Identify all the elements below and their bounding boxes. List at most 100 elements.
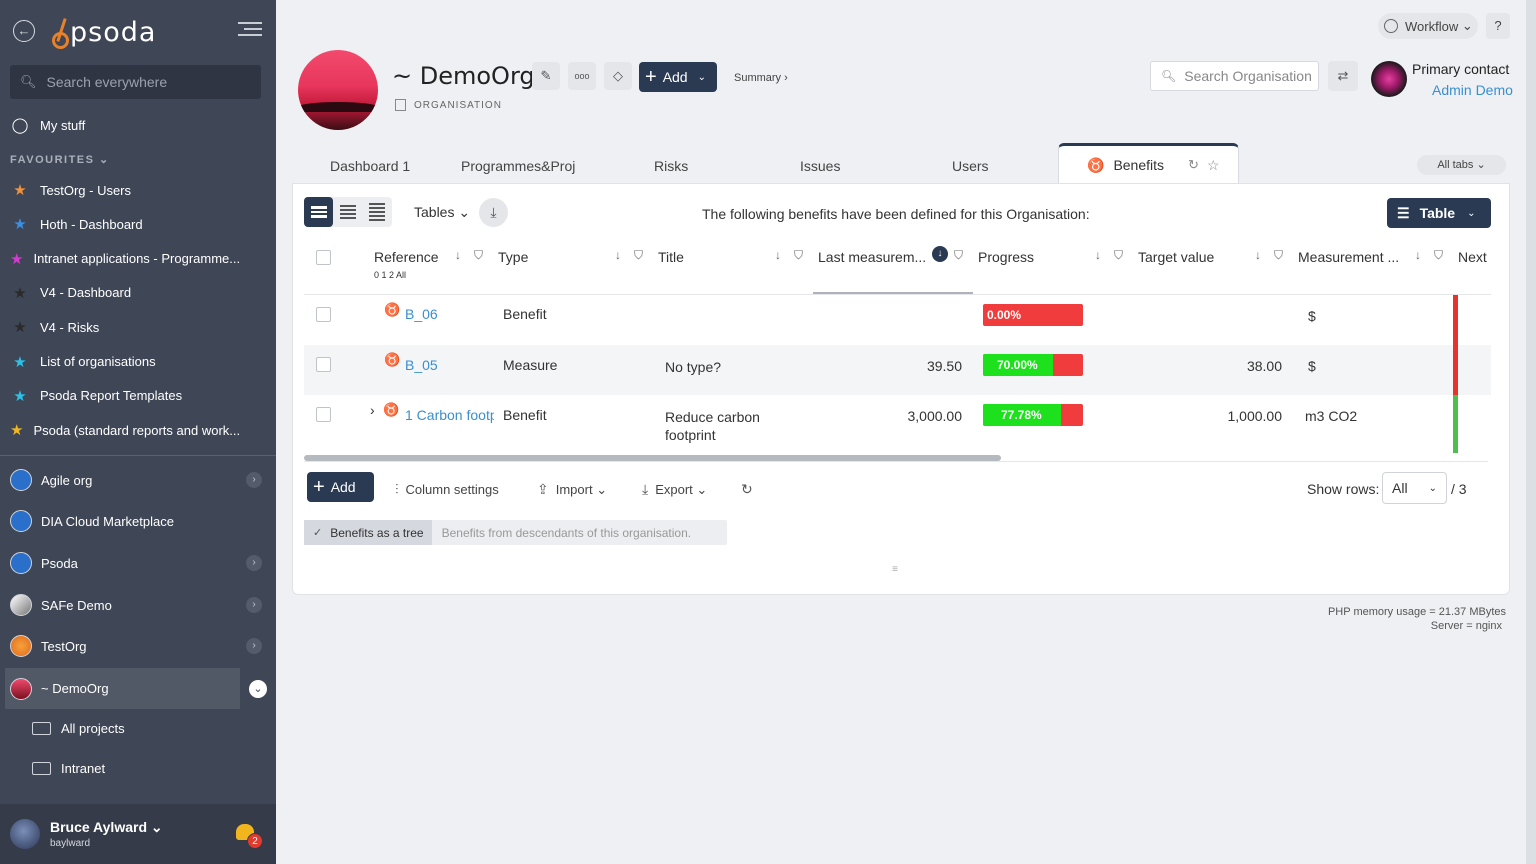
tab-benefits[interactable]: ♉ Benefits ↻ ☆ [1058,143,1239,184]
reference-link[interactable]: B_05 [405,357,438,373]
filter-icon[interactable]: ⛉ [954,248,963,263]
benefits-as-tree-toggle[interactable]: ✓ Benefits as a tree [304,520,432,545]
sidebar-org-demoorg[interactable]: ~ DemoOrg ⌄ [5,668,267,709]
col-header-next[interactable]: Next [1458,249,1487,265]
sort-icon[interactable]: ↓ [775,248,781,262]
chevron-right-icon[interactable]: › [246,555,262,571]
row-checkbox[interactable] [316,357,331,372]
tab-users[interactable]: Users [952,158,989,174]
favourite-item[interactable]: ★ V4 - Risks [10,318,240,336]
psoda-logo[interactable]: psoda [52,12,156,52]
col-header-progress[interactable]: Progress [978,249,1034,265]
view-selector-button[interactable]: ☰ Table ⌄ [1387,198,1491,228]
col-header-reference[interactable]: Reference [374,249,439,265]
help-button[interactable]: ? [1486,13,1510,39]
tag-button[interactable]: ◇ [604,62,632,90]
favourite-item[interactable]: ★ V4 - Dashboard [10,284,240,302]
current-user[interactable]: Bruce Aylward ⌄ baylward 2 [0,804,276,864]
row-checkbox[interactable] [316,307,331,322]
global-search-placeholder: Search everywhere [46,74,168,90]
global-search-input[interactable]: 🔍︎ Search everywhere [10,65,261,99]
tab-dashboard[interactable]: Dashboard 1 [330,158,410,174]
org-avatar [10,594,32,616]
import-button[interactable]: ⇪ Import ⌄ [537,481,607,498]
table-row[interactable]: ♉ B_05 Measure No type? 39.50 70.00% 38.… [304,345,1491,395]
sort-icon[interactable]: ↓ [615,248,621,262]
back-arrow-icon[interactable]: ← [13,20,35,42]
reference-link[interactable]: 1 Carbon footp [405,407,494,423]
tree-levels[interactable]: 0 1 2 All [374,270,406,280]
export-button[interactable]: ⤓ Export ⌄ [642,481,707,498]
col-header-type[interactable]: Type [498,249,528,265]
density-comfortable-button[interactable] [304,197,333,227]
favourite-item[interactable]: ★ Psoda (standard reports and work... [10,421,240,439]
sort-desc-active-icon[interactable]: ↓ [932,246,948,262]
refresh-button[interactable]: ↻ [741,481,760,498]
select-all-checkbox[interactable] [316,250,331,265]
density-dense-button[interactable] [362,197,391,227]
filter-icon[interactable]: ⛉ [634,248,643,263]
tables-dropdown[interactable]: Tables ⌄ [414,204,470,221]
favourite-item[interactable]: ★ Psoda Report Templates [10,387,240,405]
org-search-input[interactable]: 🔍︎ Search Organisation [1150,61,1319,91]
sort-icon[interactable]: ↓ [1255,248,1261,262]
chevron-down-icon[interactable]: ⌄ [249,679,267,698]
expand-icon[interactable]: › [370,402,375,418]
sort-icon[interactable]: ↓ [1415,248,1421,262]
density-compact-button[interactable] [333,197,362,227]
refresh-icon[interactable]: ↻ [1188,157,1199,173]
workflow-button[interactable]: Workflow ⌄ [1378,13,1478,39]
primary-contact-link[interactable]: Admin Demo [1432,82,1513,98]
filter-icon[interactable]: ⛉ [474,248,483,263]
page-scrollbar[interactable] [1526,0,1536,864]
table-row[interactable]: › ♉ 1 Carbon footp Benefit Reduce carbon… [304,395,1491,453]
star-icon[interactable]: ☆ [1207,157,1220,174]
row-checkbox[interactable] [316,407,331,422]
table-row[interactable]: ♉ B_06 Benefit 0.00% $ [304,295,1491,345]
tab-bar: Dashboard 1 Programmes&Proj Risks Issues… [292,143,1510,184]
reference-link[interactable]: B_06 [405,306,438,322]
switch-view-button[interactable]: ⇄ [1328,61,1358,91]
sidebar-org-safe[interactable]: SAFe Demo › [10,588,266,622]
chevron-right-icon[interactable]: › [246,472,262,488]
filter-icon[interactable]: ⛉ [1434,248,1443,263]
tab-risks[interactable]: Risks [654,158,688,174]
tab-programmes[interactable]: Programmes&Proj [461,158,579,174]
tab-issues[interactable]: Issues [800,158,840,174]
favourite-item[interactable]: ★ Hoth - Dashboard [10,215,240,233]
chevron-right-icon[interactable]: › [246,638,262,654]
sidebar-org-agile[interactable]: Agile org › [10,463,266,497]
col-header-measurement[interactable]: Measurement ... [1298,249,1399,265]
add-benefit-button[interactable]: + Add [307,472,374,502]
sort-icon[interactable]: ↓ [1095,248,1101,262]
resize-handle-icon[interactable]: ≡ [889,564,901,575]
favourites-header[interactable]: FAVOURITES ⌄ [10,153,110,166]
edit-button[interactable]: ✎ [532,62,560,90]
sidebar-org-psoda[interactable]: Psoda › [10,546,266,580]
collapse-sidebar-icon[interactable] [238,22,262,38]
favourite-item[interactable]: ★ Intranet applications - Programme... [10,250,240,268]
descendants-toggle[interactable]: Benefits from descendants of this organi… [432,526,691,540]
filter-icon[interactable]: ⛉ [1114,248,1123,263]
sidebar-org-dia[interactable]: DIA Cloud Marketplace [10,504,266,538]
col-header-title[interactable]: Title [658,249,684,265]
download-button[interactable]: ⤓ [479,198,508,227]
sidebar-org-testorg[interactable]: TestOrg › [10,629,266,663]
show-rows-select[interactable]: All ⌄ [1382,472,1447,504]
add-button[interactable]: + Add ⌄ [639,62,717,92]
filter-icon[interactable]: ⛉ [1274,248,1283,263]
sidebar-sub-all-projects[interactable]: All projects [32,721,125,736]
chevron-right-icon[interactable]: › [246,597,262,613]
col-header-target-value[interactable]: Target value [1138,249,1214,265]
col-header-last-measurement[interactable]: Last measurem... [818,249,926,265]
sidebar-sub-intranet[interactable]: Intranet [32,761,105,776]
filter-icon[interactable]: ⛉ [794,248,803,263]
summary-link[interactable]: Summary › [734,72,788,84]
all-tabs-button[interactable]: All tabs ⌄ [1417,155,1506,175]
favourite-item[interactable]: ★ List of organisations [10,353,240,371]
sort-icon[interactable]: ↓ [455,248,461,262]
my-stuff-link[interactable]: ◯ My stuff [10,116,240,134]
column-settings-button[interactable]: ⫶ Column settings [395,481,499,498]
more-button[interactable]: ooo [568,62,596,90]
favourite-item[interactable]: ★ TestOrg - Users [10,181,240,199]
